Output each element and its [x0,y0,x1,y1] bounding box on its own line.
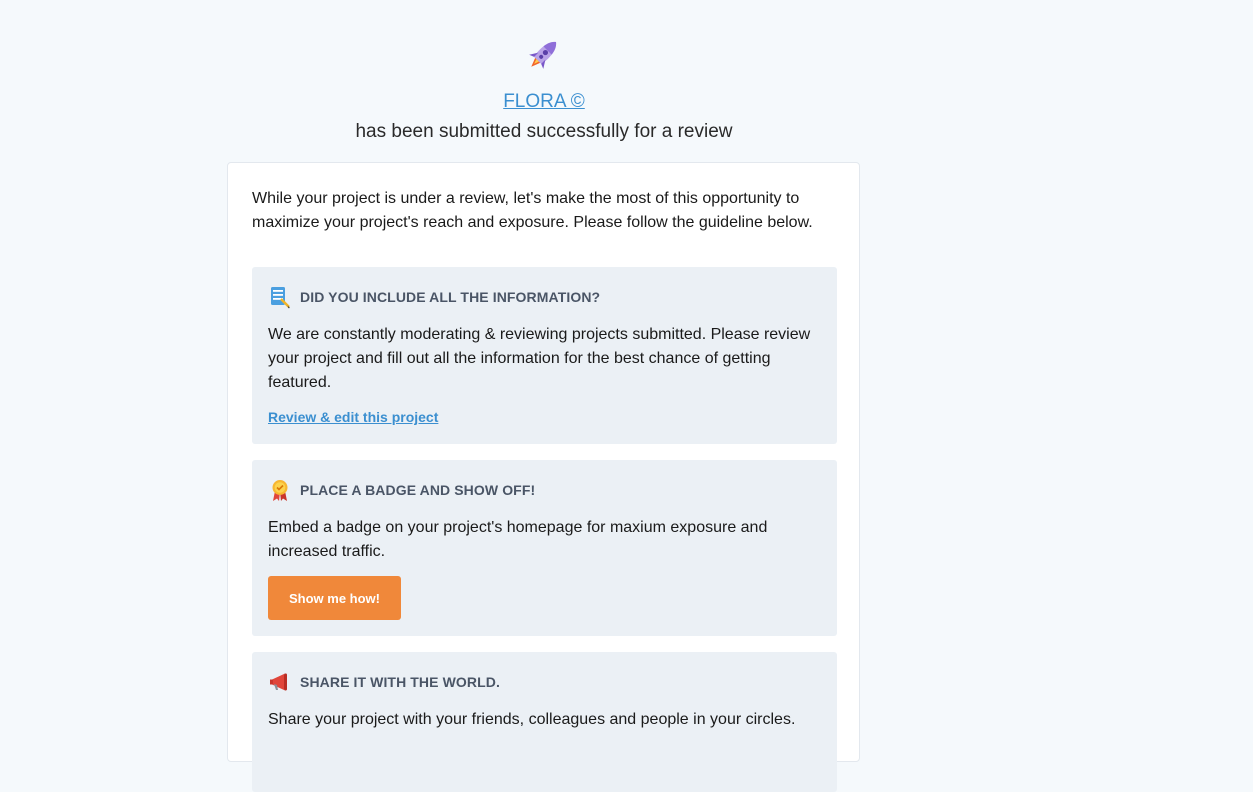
section-header: DID YOU INCLUDE ALL THE INFORMATION? [268,285,600,309]
section-title: DID YOU INCLUDE ALL THE INFORMATION? [300,289,601,305]
show-me-how-button[interactable]: Show me how! [268,576,401,620]
checklist-icon [271,287,290,309]
section-header: PLACE A BADGE AND SHOW OFF! [268,478,535,502]
intro-text: While your project is under a review, le… [252,190,813,231]
section-share: SHARE IT WITH THE WORLD. Share your proj… [252,652,837,792]
section-badge: PLACE A BADGE AND SHOW OFF! Embed a badg… [252,460,837,636]
project-name-link[interactable]: FLORA © [0,91,1088,113]
rocket-icon [529,41,557,69]
section-title: PLACE A BADGE AND SHOW OFF! [300,482,536,498]
section-title: SHARE IT WITH THE WORLD. [300,674,500,690]
section-information: DID YOU INCLUDE ALL THE INFORMATION? We … [252,267,837,444]
section-body: Embed a badge on your project's homepage… [268,519,768,560]
badge-icon [272,480,288,501]
review-edit-link[interactable]: Review & edit this project [268,409,438,425]
section-body: Share your project with your friends, co… [268,711,796,728]
megaphone-icon [270,673,287,691]
section-header: SHARE IT WITH THE WORLD. [268,670,500,694]
section-body: We are constantly moderating & reviewing… [268,326,811,391]
guideline-card: While your project is under a review, le… [227,162,860,792]
submission-status-text: has been submitted successfully for a re… [355,121,733,142]
